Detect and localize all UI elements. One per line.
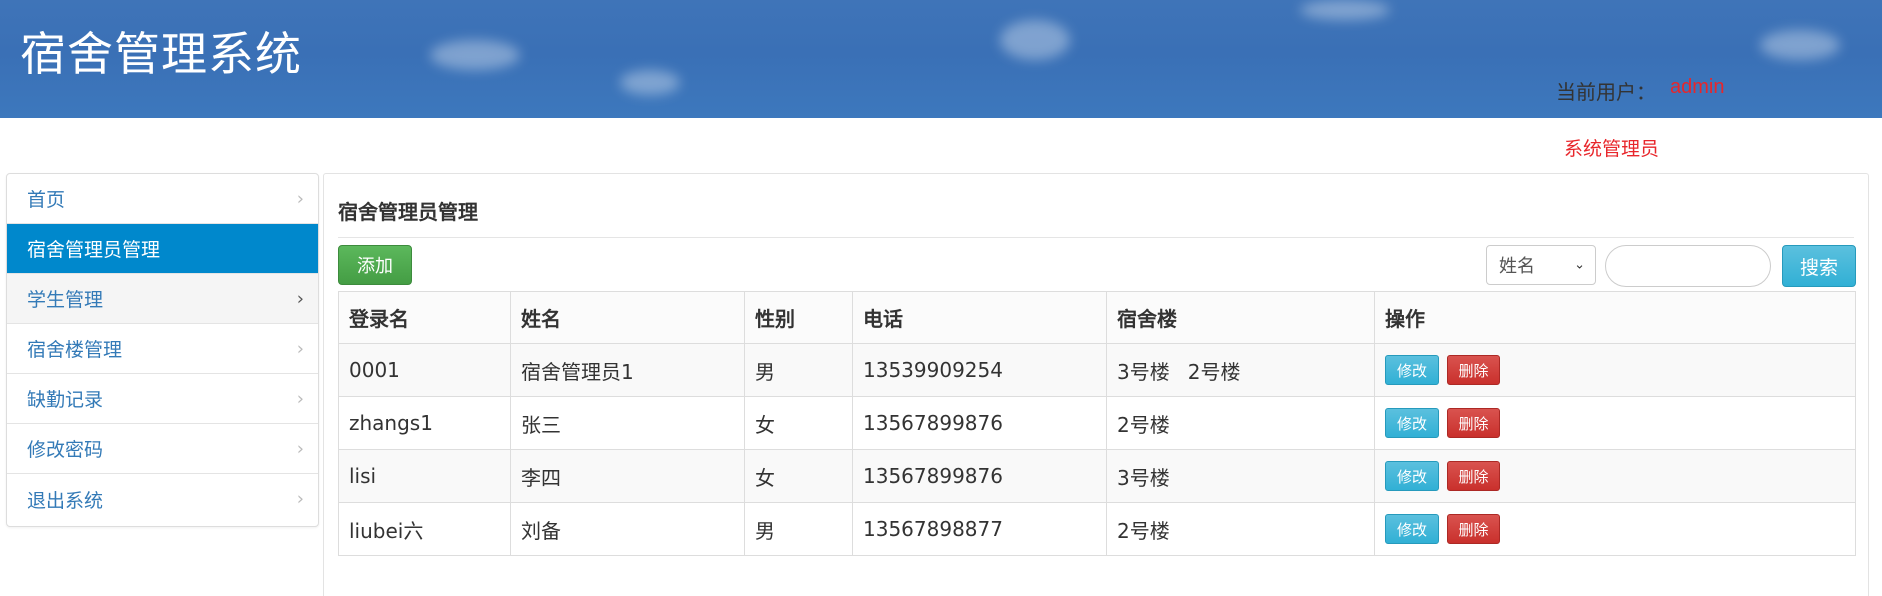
cell-phone: 13539909254 — [852, 343, 1107, 397]
chevron-right-icon: › — [296, 488, 304, 510]
page-title: 宿舍管理员管理 — [338, 200, 478, 224]
add-button[interactable]: 添加 — [338, 245, 412, 285]
cell-gender: 女 — [744, 449, 853, 503]
building-tag: 3号楼 — [1117, 359, 1170, 384]
cell-name: 李四 — [510, 449, 745, 503]
cell-building: 2号楼 — [1106, 502, 1375, 556]
cell-building: 2号楼 — [1106, 396, 1375, 450]
divider — [338, 237, 1854, 238]
table-row: liubei六 刘备 男 13567898877 2号楼 修改 删除 — [338, 502, 1856, 556]
column-header-phone: 电话 — [852, 291, 1107, 344]
sidebar-item-absence[interactable]: 缺勤记录 › — [7, 374, 318, 424]
chevron-right-icon: › — [296, 438, 304, 459]
cell-actions: 修改 删除 — [1374, 502, 1856, 556]
cell-building: 3号楼 2号楼 — [1106, 343, 1375, 397]
building-tag: 2号楼 — [1117, 518, 1170, 543]
column-header-actions: 操作 — [1374, 291, 1856, 344]
cloud-decoration — [1300, 0, 1390, 20]
cell-gender: 女 — [744, 396, 853, 450]
sidebar-item-buildings[interactable]: 宿舍楼管理 › — [7, 324, 318, 374]
cloud-decoration — [620, 70, 680, 95]
cell-name: 宿舍管理员1 — [510, 343, 745, 397]
sidebar-item-label: 宿舍管理员管理 — [27, 239, 161, 261]
cell-gender: 男 — [744, 502, 853, 556]
delete-button[interactable]: 删除 — [1447, 408, 1500, 438]
delete-button[interactable]: 删除 — [1447, 355, 1500, 385]
cell-phone: 13567899876 — [852, 396, 1107, 450]
building-tag: 2号楼 — [1117, 412, 1170, 437]
app-title: 宿舍管理系统 — [20, 27, 302, 81]
cell-building: 3号楼 — [1106, 449, 1375, 503]
cloud-decoration — [430, 40, 520, 70]
sidebar-item-logout[interactable]: 退出系统 › — [7, 474, 318, 524]
chevron-right-icon: › — [296, 288, 304, 309]
header-banner: 宿舍管理系统 当前用户： admin — [0, 0, 1882, 118]
sidebar-item-label: 首页 — [27, 189, 66, 211]
search-field-select[interactable]: 姓名 ⌄ — [1486, 245, 1596, 285]
column-header-login: 登录名 — [338, 291, 511, 344]
column-header-gender: 性别 — [744, 291, 853, 344]
cell-login: lisi — [338, 449, 511, 503]
cloud-decoration — [1760, 30, 1840, 60]
sidebar-item-label: 学生管理 — [27, 289, 104, 311]
sidebar-item-label: 缺勤记录 — [27, 389, 104, 411]
dorm-admin-table: 登录名 姓名 性别 电话 宿舍楼 操作 0001 宿舍管理员1 男 135399… — [338, 291, 1856, 556]
sidebar-item-label: 宿舍楼管理 — [27, 339, 123, 361]
chevron-down-icon: ⌄ — [1574, 257, 1585, 273]
table-row: zhangs1 张三 女 13567899876 2号楼 修改 删除 — [338, 396, 1856, 450]
cell-phone: 13567898877 — [852, 502, 1107, 556]
delete-button[interactable]: 删除 — [1447, 514, 1500, 544]
user-role: 系统管理员 — [1564, 138, 1660, 160]
edit-button[interactable]: 修改 — [1385, 461, 1439, 491]
cell-actions: 修改 删除 — [1374, 343, 1856, 397]
table-header-row: 登录名 姓名 性别 电话 宿舍楼 操作 — [338, 291, 1856, 344]
chevron-right-icon: › — [296, 188, 304, 209]
sidebar-nav: 首页 › 宿舍管理员管理 学生管理 › 宿舍楼管理 › 缺勤记录 › 修改密码 … — [6, 173, 319, 527]
cell-name: 刘备 — [510, 502, 745, 556]
table-row: 0001 宿舍管理员1 男 13539909254 3号楼 2号楼 修改 删除 — [338, 343, 1856, 397]
chevron-right-icon: › — [296, 388, 304, 409]
sidebar-item-home[interactable]: 首页 › — [7, 174, 318, 224]
column-header-building: 宿舍楼 — [1106, 291, 1375, 344]
cell-login: zhangs1 — [338, 396, 511, 450]
cell-actions: 修改 删除 — [1374, 396, 1856, 450]
current-user-label: 当前用户： — [1556, 80, 1656, 104]
cloud-decoration — [1000, 20, 1070, 60]
edit-button[interactable]: 修改 — [1385, 355, 1439, 385]
column-header-name: 姓名 — [510, 291, 745, 344]
building-tag: 2号楼 — [1187, 359, 1241, 384]
cell-actions: 修改 删除 — [1374, 449, 1856, 503]
edit-button[interactable]: 修改 — [1385, 408, 1439, 438]
search-field-selected-value: 姓名 — [1499, 256, 1535, 277]
current-user-name: admin — [1670, 76, 1725, 98]
cell-name: 张三 — [510, 396, 745, 450]
sidebar-item-change-password[interactable]: 修改密码 › — [7, 424, 318, 474]
cell-login: liubei六 — [338, 502, 511, 556]
edit-button[interactable]: 修改 — [1385, 514, 1439, 544]
delete-button[interactable]: 删除 — [1447, 461, 1500, 491]
chevron-right-icon: › — [296, 338, 304, 359]
sidebar-item-students[interactable]: 学生管理 › — [7, 274, 318, 324]
main-panel: 宿舍管理员管理 添加 姓名 ⌄ 搜索 登录名 姓名 性别 电话 宿舍楼 操作 0… — [323, 173, 1869, 596]
sidebar-item-dorm-admin[interactable]: 宿舍管理员管理 — [7, 224, 318, 274]
cell-phone: 13567899876 — [852, 449, 1107, 503]
sidebar-item-label: 退出系统 — [27, 489, 104, 512]
cell-gender: 男 — [744, 343, 853, 397]
search-input[interactable] — [1605, 245, 1771, 287]
search-button[interactable]: 搜索 — [1782, 245, 1856, 287]
sidebar-item-label: 修改密码 — [27, 439, 104, 461]
building-tag: 3号楼 — [1117, 465, 1170, 490]
cell-login: 0001 — [338, 343, 511, 397]
table-row: lisi 李四 女 13567899876 3号楼 修改 删除 — [338, 449, 1856, 503]
